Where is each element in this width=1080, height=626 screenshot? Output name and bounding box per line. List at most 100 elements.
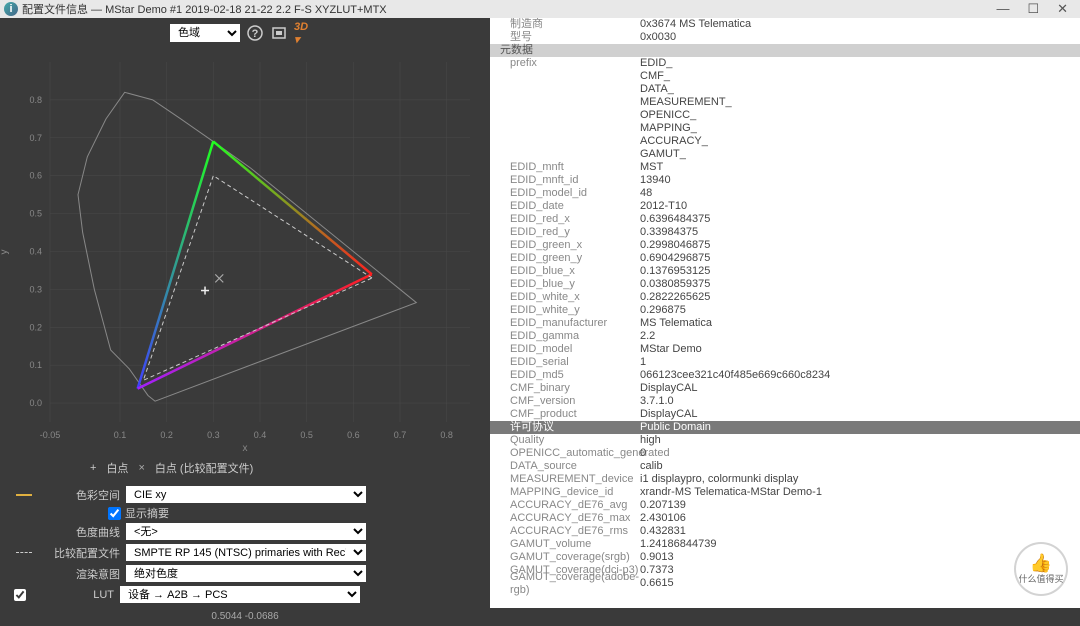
property-key: EDID_model [490, 343, 640, 356]
property-row[interactable]: MEASUREMENT_ [490, 96, 1080, 109]
property-row[interactable]: 型号0x0030 [490, 31, 1080, 44]
property-row[interactable]: ACCURACY_dE76_max2.430106 [490, 512, 1080, 525]
property-row[interactable]: EDID_model_id48 [490, 187, 1080, 200]
property-value: MST [640, 161, 1080, 174]
property-row[interactable]: DATA_sourcecalib [490, 460, 1080, 473]
colorspace-dropdown[interactable]: CIE xy [126, 486, 366, 503]
x-axis-label: x [243, 443, 248, 454]
svg-text:0.5: 0.5 [300, 430, 313, 440]
property-row[interactable]: EDID_mnft_id13940 [490, 174, 1080, 187]
property-row[interactable]: CMF_binaryDisplayCAL [490, 382, 1080, 395]
app-icon: i [4, 2, 18, 16]
property-list[interactable]: 制造商0x3674 MS Telematica型号0x0030元数据prefix… [490, 18, 1080, 608]
plot-type-dropdown[interactable]: 色域 [170, 24, 240, 42]
property-key: EDID_red_x [490, 213, 640, 226]
property-row[interactable]: ACCURACY_dE76_rms0.432831 [490, 525, 1080, 538]
property-row[interactable]: prefixEDID_ [490, 57, 1080, 70]
compare-whitepoint-label: 白点 (比较配置文件) [155, 460, 253, 476]
window-controls: — ☐ ✕ [996, 1, 1076, 17]
svg-text:0.4: 0.4 [254, 430, 267, 440]
property-row[interactable]: Qualityhigh [490, 434, 1080, 447]
lut-checkbox[interactable] [14, 589, 26, 601]
property-value: 0.296875 [640, 304, 1080, 317]
property-value: 066123cee321c40f485e669c660c8234 [640, 369, 1080, 382]
show-summary-checkbox[interactable] [108, 507, 121, 520]
property-row[interactable]: 许可协议Public Domain [490, 421, 1080, 434]
property-row[interactable]: MAPPING_ [490, 122, 1080, 135]
property-key: EDID_green_x [490, 239, 640, 252]
property-value: MEASUREMENT_ [640, 96, 1080, 109]
property-row[interactable]: EDID_red_x0.6396484375 [490, 213, 1080, 226]
curve-dropdown[interactable]: <无> [126, 523, 366, 540]
property-row[interactable]: EDID_white_x0.2822265625 [490, 291, 1080, 304]
property-row[interactable]: EDID_white_y0.296875 [490, 304, 1080, 317]
property-row[interactable]: EDID_manufacturerMS Telematica [490, 317, 1080, 330]
minimize-button[interactable]: — [996, 1, 1009, 17]
property-row[interactable]: 制造商0x3674 MS Telematica [490, 18, 1080, 31]
compare-dropdown[interactable]: SMPTE RP 145 (NTSC) primaries with Rec70… [126, 544, 366, 561]
compare-label: 比较配置文件 [38, 545, 120, 561]
svg-text:0.7: 0.7 [394, 430, 407, 440]
close-button[interactable]: ✕ [1057, 1, 1068, 17]
property-value: EDID_ [640, 57, 1080, 70]
property-row[interactable]: EDID_green_x0.2998046875 [490, 239, 1080, 252]
property-value: ACCURACY_ [640, 135, 1080, 148]
property-row[interactable]: EDID_mnftMST [490, 161, 1080, 174]
property-row[interactable]: CMF_version3.7.1.0 [490, 395, 1080, 408]
property-row[interactable]: EDID_blue_x0.1376953125 [490, 265, 1080, 278]
svg-text:0.1: 0.1 [114, 430, 127, 440]
property-row[interactable]: EDID_gamma2.2 [490, 330, 1080, 343]
property-value: DisplayCAL [640, 382, 1080, 395]
property-row[interactable]: EDID_date2012-T10 [490, 200, 1080, 213]
property-value: 0x3674 MS Telematica [640, 18, 1080, 31]
property-value: MAPPING_ [640, 122, 1080, 135]
property-row[interactable]: ACCURACY_ [490, 135, 1080, 148]
property-key: EDID_blue_y [490, 278, 640, 291]
property-row[interactable]: OPENICC_ [490, 109, 1080, 122]
property-value: 2.430106 [640, 512, 1080, 525]
property-row[interactable]: GAMUT_volume1.24186844739 [490, 538, 1080, 551]
svg-text:0.5: 0.5 [29, 209, 42, 219]
screenshot-icon[interactable] [270, 24, 288, 42]
property-row[interactable]: EDID_red_y0.33984375 [490, 226, 1080, 239]
property-key: ACCURACY_dE76_max [490, 512, 640, 525]
property-value: 0.2822265625 [640, 291, 1080, 304]
property-row[interactable]: EDID_green_y0.6904296875 [490, 252, 1080, 265]
property-value: 0.0380859375 [640, 278, 1080, 291]
property-row[interactable]: MAPPING_device_idxrandr-MS Telematica-MS… [490, 486, 1080, 499]
property-key: DATA_source [490, 460, 640, 473]
property-key: EDID_md5 [490, 369, 640, 382]
property-value: xrandr-MS Telematica-MStar Demo-1 [640, 486, 1080, 499]
property-row[interactable]: GAMUT_coverage(adobe-rgb)0.6615 [490, 577, 1080, 590]
property-row[interactable]: ACCURACY_dE76_avg0.207139 [490, 499, 1080, 512]
threed-icon[interactable]: 3D ▾ [294, 24, 312, 42]
render-dropdown[interactable]: 绝对色度 [126, 565, 366, 582]
plot-toolbar: 色域 ? 3D ▾ [0, 18, 320, 48]
help-icon[interactable]: ? [246, 24, 264, 42]
property-value: 48 [640, 187, 1080, 200]
property-row[interactable]: EDID_serial1 [490, 356, 1080, 369]
maximize-button[interactable]: ☐ [1027, 1, 1039, 17]
lut-dropdown[interactable]: 设备 → A2B → PCS [120, 586, 360, 603]
property-value: 0x0030 [640, 31, 1080, 44]
property-row[interactable]: CMF_ [490, 70, 1080, 83]
property-key: EDID_model_id [490, 187, 640, 200]
svg-text:?: ? [252, 28, 259, 40]
property-key: EDID_green_y [490, 252, 640, 265]
property-value: 3.7.1.0 [640, 395, 1080, 408]
property-row[interactable]: MEASUREMENT_devicei1 displaypro, colormu… [490, 473, 1080, 486]
property-row[interactable]: EDID_md5066123cee321c40f485e669c660c8234 [490, 369, 1080, 382]
property-row[interactable]: OPENICC_automatic_generated0 [490, 447, 1080, 460]
property-row[interactable]: DATA_ [490, 83, 1080, 96]
property-key: GAMUT_coverage(srgb) [490, 551, 640, 564]
property-key: CMF_binary [490, 382, 640, 395]
property-value: MStar Demo [640, 343, 1080, 356]
property-row[interactable]: EDID_modelMStar Demo [490, 343, 1080, 356]
compare-swatch [16, 552, 32, 553]
property-value: DATA_ [640, 83, 1080, 96]
property-row[interactable]: GAMUT_coverage(srgb)0.9013 [490, 551, 1080, 564]
property-key: EDID_manufacturer [490, 317, 640, 330]
property-row[interactable]: EDID_blue_y0.0380859375 [490, 278, 1080, 291]
property-row[interactable]: CMF_productDisplayCAL [490, 408, 1080, 421]
property-row[interactable]: GAMUT_ [490, 148, 1080, 161]
